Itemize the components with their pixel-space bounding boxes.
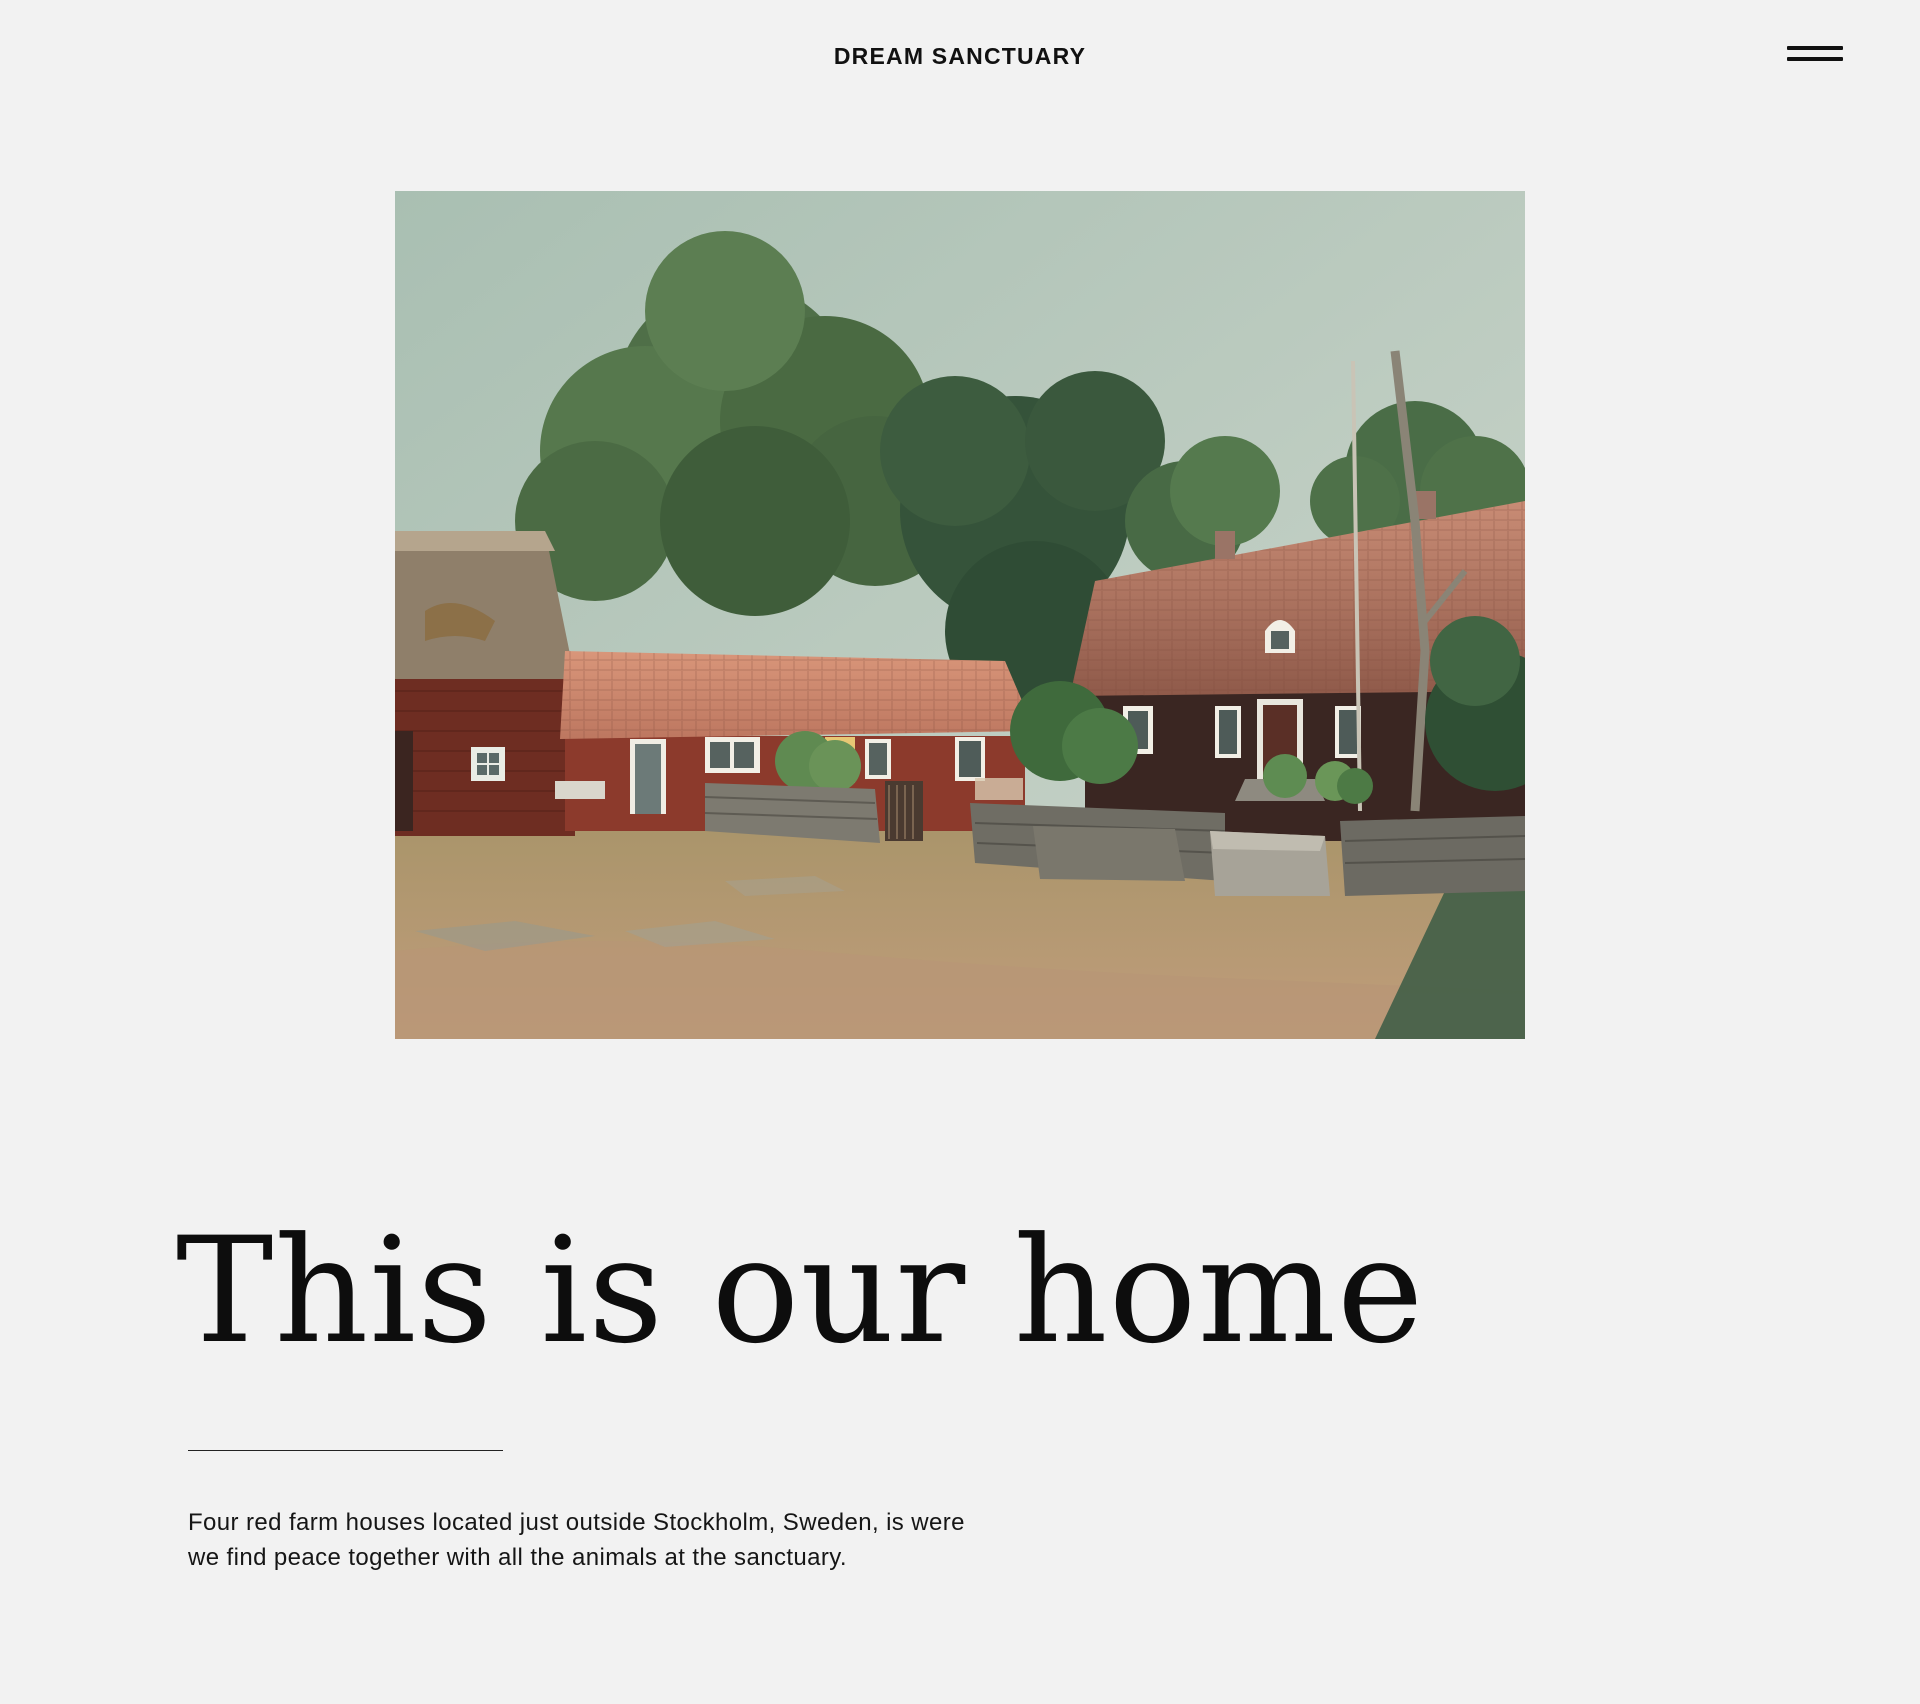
hero-image (395, 191, 1525, 1039)
page-heading: This is our home (176, 1206, 1425, 1376)
hamburger-menu-icon[interactable] (1780, 38, 1843, 74)
heading-divider (188, 1450, 503, 1451)
description-line-2: we find peace together with all the anim… (188, 1544, 847, 1571)
intro-description: Four red farm houses located just outsid… (188, 1505, 1008, 1575)
menu-bar-top (1787, 46, 1843, 50)
farm-houses-photo (395, 191, 1525, 1039)
site-title[interactable]: DREAM SANCTUARY (0, 43, 1920, 70)
menu-bar-bottom (1787, 57, 1843, 61)
description-line-1: Four red farm houses located just outsid… (188, 1509, 965, 1536)
thatched-barn (395, 531, 575, 836)
